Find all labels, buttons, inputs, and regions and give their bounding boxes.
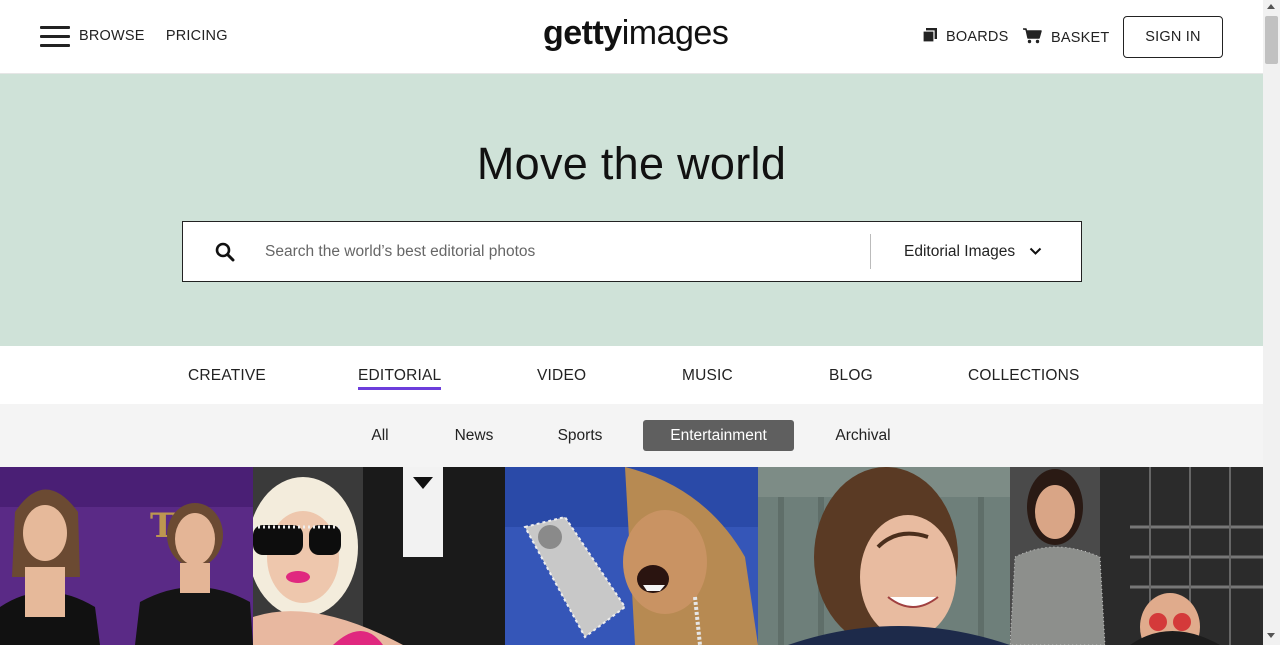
tab-creative[interactable]: CREATIVE	[188, 367, 266, 385]
boards-label: BOARDS	[946, 29, 1009, 45]
photo-tile[interactable]	[253, 467, 505, 645]
photo-tile[interactable]: TV	[0, 467, 253, 645]
scroll-thumb[interactable]	[1265, 16, 1278, 64]
boards-icon	[922, 28, 937, 46]
category-tabs: CREATIVE EDITORIAL VIDEO MUSIC BLOG COLL…	[0, 346, 1263, 404]
page-scrollbar[interactable]	[1263, 0, 1280, 645]
tab-music[interactable]: MUSIC	[682, 367, 733, 385]
cart-icon	[1023, 28, 1042, 48]
lady-gaga-sunglasses-photo	[253, 467, 505, 645]
pricing-link[interactable]: PRICING	[166, 28, 228, 44]
search-icon[interactable]	[215, 242, 235, 262]
tab-collections[interactable]: COLLECTIONS	[968, 367, 1080, 385]
menu-icon[interactable]	[40, 26, 70, 48]
browse-link[interactable]: BROWSE	[79, 28, 145, 44]
search-type-dropdown[interactable]: Editorial Images	[904, 243, 1042, 261]
chevron-down-icon	[1029, 243, 1042, 261]
getty-images-logo[interactable]: gettyimages	[543, 14, 729, 53]
singer-performing-microphone-photo	[505, 467, 758, 645]
site-header: BROWSE PRICING gettyimages BOARDS BASKET…	[0, 0, 1263, 74]
search-divider	[870, 234, 871, 269]
photo-strip: TV	[0, 467, 1263, 645]
tab-editorial[interactable]: EDITORIAL	[358, 367, 442, 390]
subtab-entertainment[interactable]: Entertainment	[643, 420, 794, 451]
two-women-mtv-awards-photo: TV	[0, 467, 253, 645]
subtab-archival[interactable]: Archival	[820, 420, 906, 451]
search-input[interactable]	[265, 232, 865, 272]
woman-smiling-photo	[758, 467, 1010, 645]
photo-tile[interactable]	[758, 467, 1010, 645]
search-bar: Editorial Images	[182, 221, 1082, 282]
tab-video[interactable]: VIDEO	[537, 367, 586, 385]
editorial-subtabs: All News Sports Entertainment Archival	[0, 404, 1263, 467]
photo-tile[interactable]	[1010, 467, 1263, 645]
hero-title: Move the world	[476, 138, 787, 189]
hero-section: Move the world Editorial Images	[0, 74, 1263, 346]
tab-blog[interactable]: BLOG	[829, 367, 873, 385]
logo-light-text: images	[621, 14, 729, 52]
sign-in-button[interactable]: SIGN IN	[1123, 16, 1223, 58]
search-type-label: Editorial Images	[904, 243, 1016, 260]
header-left-nav: BROWSE PRICING	[79, 28, 245, 44]
basket-link[interactable]: BASKET	[1023, 28, 1109, 48]
scroll-up-arrow-icon[interactable]	[1267, 4, 1275, 9]
woman-sequin-dress-and-man-photo	[1010, 467, 1263, 645]
basket-label: BASKET	[1051, 30, 1110, 46]
subtab-sports[interactable]: Sports	[540, 420, 620, 451]
subtab-news[interactable]: News	[438, 420, 510, 451]
subtab-all[interactable]: All	[352, 420, 408, 451]
boards-link[interactable]: BOARDS	[922, 28, 1009, 46]
logo-bold-text: getty	[543, 14, 622, 52]
photo-tile[interactable]	[505, 467, 758, 645]
scroll-down-arrow-icon[interactable]	[1267, 633, 1275, 638]
